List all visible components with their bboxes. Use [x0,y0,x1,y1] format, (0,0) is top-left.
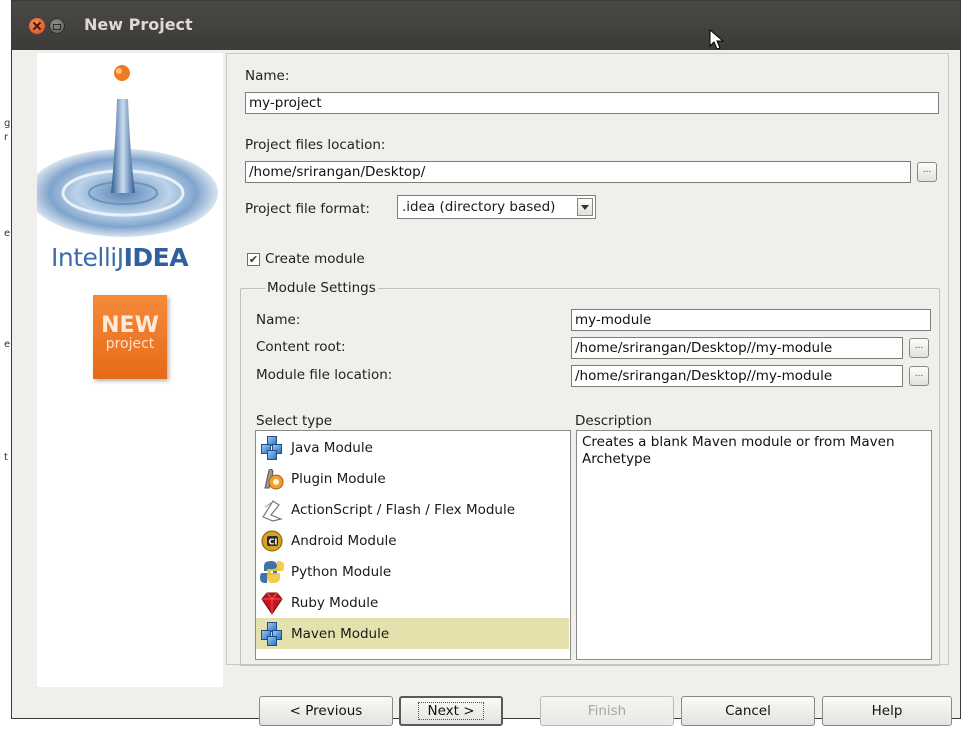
list-item-label: Plugin Module [291,470,386,487]
list-item-label: Ruby Module [291,594,379,611]
module-description-box: Creates a blank Maven module or from Mav… [576,430,932,660]
next-button[interactable]: Next > [399,696,503,726]
project-location-browse-button[interactable]: ... [917,162,937,182]
project-location-input[interactable]: /home/srirangan/Desktop/ [245,161,911,183]
list-item-maven-module[interactable]: Maven Module [256,618,569,649]
list-item-label: Maven Module [291,625,390,642]
minimize-window-button[interactable] [49,18,65,34]
select-type-label: Select type [256,413,333,429]
project-location-label: Project files location: [245,137,386,153]
branding-panel: IntelliJIDEA NEW project [37,53,223,687]
list-item-android-module[interactable]: CI Android Module [256,525,569,556]
module-name-label: Name: [256,312,301,328]
java-module-icon [259,435,285,461]
finish-button[interactable]: Finish [540,696,674,726]
project-format-select[interactable]: .idea (directory based) [397,195,596,219]
intellij-idea-logo: IntelliJIDEA [51,243,189,272]
module-type-list[interactable]: Java Module Plugin Module ActionScript /… [255,430,571,660]
window-title: New Project [84,15,193,34]
list-item-java-module[interactable]: Java Module [256,432,569,463]
new-project-dialog: New Project IntelliJIDEA NEW project Nam… [11,0,961,726]
module-file-location-browse-button[interactable]: ... [909,366,929,386]
module-name-input[interactable]: my-module [571,309,931,331]
list-item-flex-module[interactable]: ActionScript / Flash / Flex Module [256,494,569,525]
module-file-location-label: Module file location: [256,367,393,383]
ruby-module-icon [261,592,283,615]
list-item-plugin-module[interactable]: Plugin Module [256,463,569,494]
background-text-fragment: e [4,339,11,350]
list-item-ruby-module[interactable]: Ruby Module [256,587,569,618]
list-item-python-module[interactable]: Python Module [256,556,569,587]
maven-module-icon [259,621,285,647]
flex-module-icon [262,499,283,522]
module-description-text: Creates a blank Maven module or from Mav… [582,434,895,467]
create-module-label: Create module [265,251,365,267]
content-root-input[interactable]: /home/srirangan/Desktop//my-module [571,337,903,359]
project-name-label: Name: [245,68,290,84]
background-text-fragment: r [4,132,9,143]
mouse-cursor-icon [709,29,725,50]
module-file-location-input[interactable]: /home/srirangan/Desktop//my-module [571,365,903,387]
content-root-browse-button[interactable]: ... [909,338,929,358]
close-window-button[interactable] [29,18,45,34]
water-drop-logo-icon [37,65,218,237]
project-format-value: .idea (directory based) [402,199,556,215]
description-label: Description [575,413,652,429]
new-project-badge: NEW project [93,295,167,379]
background-text-fragment: t [4,452,8,463]
module-settings-title: Module Settings [265,280,378,296]
project-name-input[interactable]: my-project [245,92,939,114]
list-item-label: Java Module [291,439,373,456]
previous-button[interactable]: < Previous [259,696,393,726]
create-module-checkbox[interactable]: ✔ [247,253,260,266]
list-item-label: Python Module [291,563,392,580]
list-item-label: Android Module [291,532,397,549]
help-button[interactable]: Help [822,696,952,726]
plugin-module-icon [264,468,284,489]
background-text-fragment: g [4,118,11,129]
chevron-down-icon [577,198,593,216]
python-module-icon [260,560,284,583]
content-root-label: Content root: [256,339,346,355]
android-module-icon: CI [261,530,283,551]
svg-text:CI: CI [269,537,278,546]
background-text-fragment: e [4,228,11,239]
cancel-button[interactable]: Cancel [681,696,815,726]
list-item-label: ActionScript / Flash / Flex Module [291,501,516,518]
title-bar[interactable]: New Project [12,1,960,50]
project-format-label: Project file format: [245,201,370,217]
